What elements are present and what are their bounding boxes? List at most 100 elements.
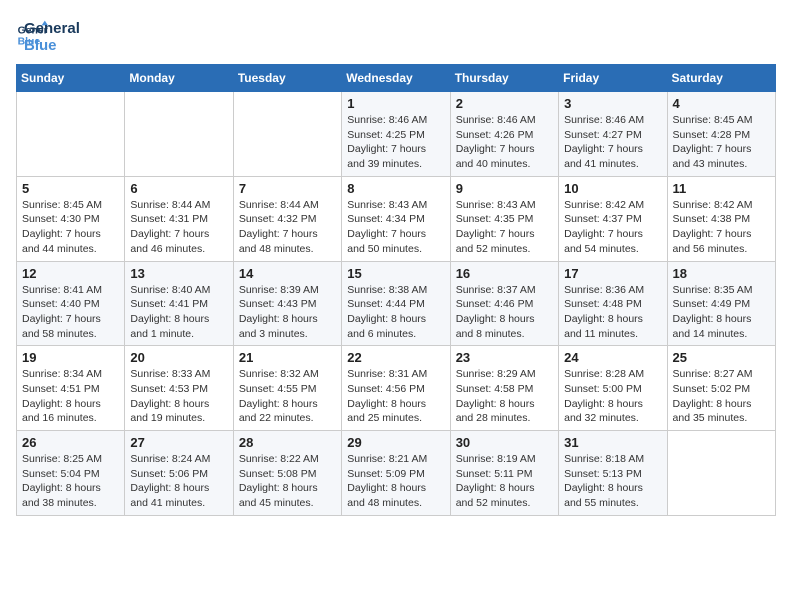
calendar-cell: 28Sunrise: 8:22 AMSunset: 5:08 PMDayligh… xyxy=(233,431,341,516)
calendar-cell xyxy=(17,92,125,177)
day-number: 17 xyxy=(564,266,661,281)
day-number: 10 xyxy=(564,181,661,196)
day-info: Sunrise: 8:33 AMSunset: 4:53 PMDaylight:… xyxy=(130,367,227,426)
weekday-header-thursday: Thursday xyxy=(450,65,558,92)
day-number: 16 xyxy=(456,266,553,281)
day-number: 13 xyxy=(130,266,227,281)
calendar-cell: 22 Sunrise: 8:31 AMSunset: 4:56 PMDayligh… xyxy=(342,346,450,431)
day-info: Sunrise: 8:37 AMSunset: 4:46 PMDaylight:… xyxy=(456,283,553,342)
weekday-header-sunday: Sunday xyxy=(17,65,125,92)
day-number: 14 xyxy=(239,266,336,281)
calendar-cell: 2 Sunrise: 8:46 AMSunset: 4:26 PMDaylight… xyxy=(450,92,558,177)
weekday-header-tuesday: Tuesday xyxy=(233,65,341,92)
day-number: 6 xyxy=(130,181,227,196)
calendar-cell: 27 Sunrise: 8:24 AMSunset: 5:06 PMDayligh… xyxy=(125,431,233,516)
day-number: 28 xyxy=(239,435,336,450)
day-number: 15 xyxy=(347,266,444,281)
day-info: Sunrise: 8:41 AMSunset: 4:40 PMDaylight:… xyxy=(22,283,119,342)
calendar-cell: 17 Sunrise: 8:36 AMSunset: 4:48 PMDayligh… xyxy=(559,261,667,346)
calendar-cell: 3 Sunrise: 8:46 AMSunset: 4:27 PMDaylight… xyxy=(559,92,667,177)
day-info: Sunrise: 8:27 AMSunset: 5:02 PMDaylight:… xyxy=(673,367,770,426)
weekday-header-friday: Friday xyxy=(559,65,667,92)
day-info: Sunrise: 8:39 AMSunset: 4:43 PMDaylight:… xyxy=(239,283,336,342)
day-number: 23 xyxy=(456,350,553,365)
calendar-cell: 30 Sunrise: 8:19 AMSunset: 5:11 PMDayligh… xyxy=(450,431,558,516)
calendar-cell: 4 Sunrise: 8:45 AMSunset: 4:28 PMDaylight… xyxy=(667,92,775,177)
calendar-cell: 11 Sunrise: 8:42 AMSunset: 4:38 PMDayligh… xyxy=(667,176,775,261)
calendar-cell: 19 Sunrise: 8:34 AMSunset: 4:51 PMDayligh… xyxy=(17,346,125,431)
calendar-cell: 25 Sunrise: 8:27 AMSunset: 5:02 PMDayligh… xyxy=(667,346,775,431)
day-number: 5 xyxy=(22,181,119,196)
day-info: Sunrise: 8:44 AMSunset: 4:31 PMDaylight:… xyxy=(130,198,227,257)
calendar-cell: 8 Sunrise: 8:43 AMSunset: 4:34 PMDaylight… xyxy=(342,176,450,261)
day-info: Sunrise: 8:21 AMSunset: 5:09 PMDaylight:… xyxy=(347,452,444,511)
day-info: Sunrise: 8:42 AMSunset: 4:38 PMDaylight:… xyxy=(673,198,770,257)
calendar-cell: 1Sunrise: 8:46 AMSunset: 4:25 PMDaylight… xyxy=(342,92,450,177)
day-number: 29 xyxy=(347,435,444,450)
day-info: Sunrise: 8:43 AMSunset: 4:35 PMDaylight:… xyxy=(456,198,553,257)
page-header: General Blue General Blue xyxy=(16,16,776,54)
day-info: Sunrise: 8:25 AMSunset: 5:04 PMDaylight:… xyxy=(22,452,119,511)
day-number: 7 xyxy=(239,181,336,196)
calendar-cell: 18 Sunrise: 8:35 AMSunset: 4:49 PMDayligh… xyxy=(667,261,775,346)
calendar-cell xyxy=(233,92,341,177)
day-number: 2 xyxy=(456,96,553,111)
calendar-cell: 5 Sunrise: 8:45 AMSunset: 4:30 PMDaylight… xyxy=(17,176,125,261)
day-number: 22 xyxy=(347,350,444,365)
day-info: Sunrise: 8:36 AMSunset: 4:48 PMDaylight:… xyxy=(564,283,661,342)
day-number: 27 xyxy=(130,435,227,450)
day-number: 4 xyxy=(673,96,770,111)
calendar-cell: 23 Sunrise: 8:29 AMSunset: 4:58 PMDayligh… xyxy=(450,346,558,431)
day-number: 9 xyxy=(456,181,553,196)
day-info: Sunrise: 8:44 AMSunset: 4:32 PMDaylight:… xyxy=(239,198,336,257)
day-info: Sunrise: 8:43 AMSunset: 4:34 PMDaylight:… xyxy=(347,198,444,257)
day-number: 18 xyxy=(673,266,770,281)
day-number: 3 xyxy=(564,96,661,111)
day-info: Sunrise: 8:35 AMSunset: 4:49 PMDaylight:… xyxy=(673,283,770,342)
logo-blue: Blue xyxy=(24,37,80,54)
weekday-header-monday: Monday xyxy=(125,65,233,92)
logo: General Blue General Blue xyxy=(16,16,80,54)
calendar-table: SundayMondayTuesdayWednesdayThursdayFrid… xyxy=(16,64,776,516)
day-number: 30 xyxy=(456,435,553,450)
day-info: Sunrise: 8:38 AMSunset: 4:44 PMDaylight:… xyxy=(347,283,444,342)
calendar-cell: 15 Sunrise: 8:38 AMSunset: 4:44 PMDayligh… xyxy=(342,261,450,346)
calendar-cell: 24Sunrise: 8:28 AMSunset: 5:00 PMDayligh… xyxy=(559,346,667,431)
day-info: Sunrise: 8:45 AMSunset: 4:28 PMDaylight:… xyxy=(673,113,770,172)
calendar-cell: 14 Sunrise: 8:39 AMSunset: 4:43 PMDayligh… xyxy=(233,261,341,346)
day-number: 19 xyxy=(22,350,119,365)
day-info: Sunrise: 8:45 AMSunset: 4:30 PMDaylight:… xyxy=(22,198,119,257)
day-number: 12 xyxy=(22,266,119,281)
calendar-cell: 31 Sunrise: 8:18 AMSunset: 5:13 PMDayligh… xyxy=(559,431,667,516)
calendar-cell: 12 Sunrise: 8:41 AMSunset: 4:40 PMDayligh… xyxy=(17,261,125,346)
day-info: Sunrise: 8:42 AMSunset: 4:37 PMDaylight:… xyxy=(564,198,661,257)
weekday-header-wednesday: Wednesday xyxy=(342,65,450,92)
day-number: 21 xyxy=(239,350,336,365)
calendar-cell xyxy=(667,431,775,516)
weekday-header-saturday: Saturday xyxy=(667,65,775,92)
calendar-cell: 13 Sunrise: 8:40 AMSunset: 4:41 PMDayligh… xyxy=(125,261,233,346)
day-number: 31 xyxy=(564,435,661,450)
calendar-cell: 16 Sunrise: 8:37 AMSunset: 4:46 PMDayligh… xyxy=(450,261,558,346)
calendar-cell: 7 Sunrise: 8:44 AMSunset: 4:32 PMDaylight… xyxy=(233,176,341,261)
day-info: Sunrise: 8:46 AMSunset: 4:26 PMDaylight:… xyxy=(456,113,553,172)
day-info: Sunrise: 8:46 AMSunset: 4:27 PMDaylight:… xyxy=(564,113,661,172)
day-info: Sunrise: 8:19 AMSunset: 5:11 PMDaylight:… xyxy=(456,452,553,511)
day-number: 26 xyxy=(22,435,119,450)
day-number: 25 xyxy=(673,350,770,365)
day-number: 20 xyxy=(130,350,227,365)
day-number: 11 xyxy=(673,181,770,196)
calendar-cell: 29 Sunrise: 8:21 AMSunset: 5:09 PMDayligh… xyxy=(342,431,450,516)
calendar-cell: 9 Sunrise: 8:43 AMSunset: 4:35 PMDaylight… xyxy=(450,176,558,261)
day-info: Sunrise: 8:24 AMSunset: 5:06 PMDaylight:… xyxy=(130,452,227,511)
day-info: Sunrise: 8:34 AMSunset: 4:51 PMDaylight:… xyxy=(22,367,119,426)
calendar-cell: 20 Sunrise: 8:33 AMSunset: 4:53 PMDayligh… xyxy=(125,346,233,431)
day-info: Sunrise: 8:31 AMSunset: 4:56 PMDaylight:… xyxy=(347,367,444,426)
day-number: 8 xyxy=(347,181,444,196)
day-info: Sunrise: 8:28 AMSunset: 5:00 PMDaylight:… xyxy=(564,367,661,426)
day-info: Sunrise: 8:18 AMSunset: 5:13 PMDaylight:… xyxy=(564,452,661,511)
calendar-cell: 6 Sunrise: 8:44 AMSunset: 4:31 PMDaylight… xyxy=(125,176,233,261)
calendar-cell: 21Sunrise: 8:32 AMSunset: 4:55 PMDayligh… xyxy=(233,346,341,431)
day-info: Sunrise: 8:29 AMSunset: 4:58 PMDaylight:… xyxy=(456,367,553,426)
day-info: Sunrise: 8:40 AMSunset: 4:41 PMDaylight:… xyxy=(130,283,227,342)
